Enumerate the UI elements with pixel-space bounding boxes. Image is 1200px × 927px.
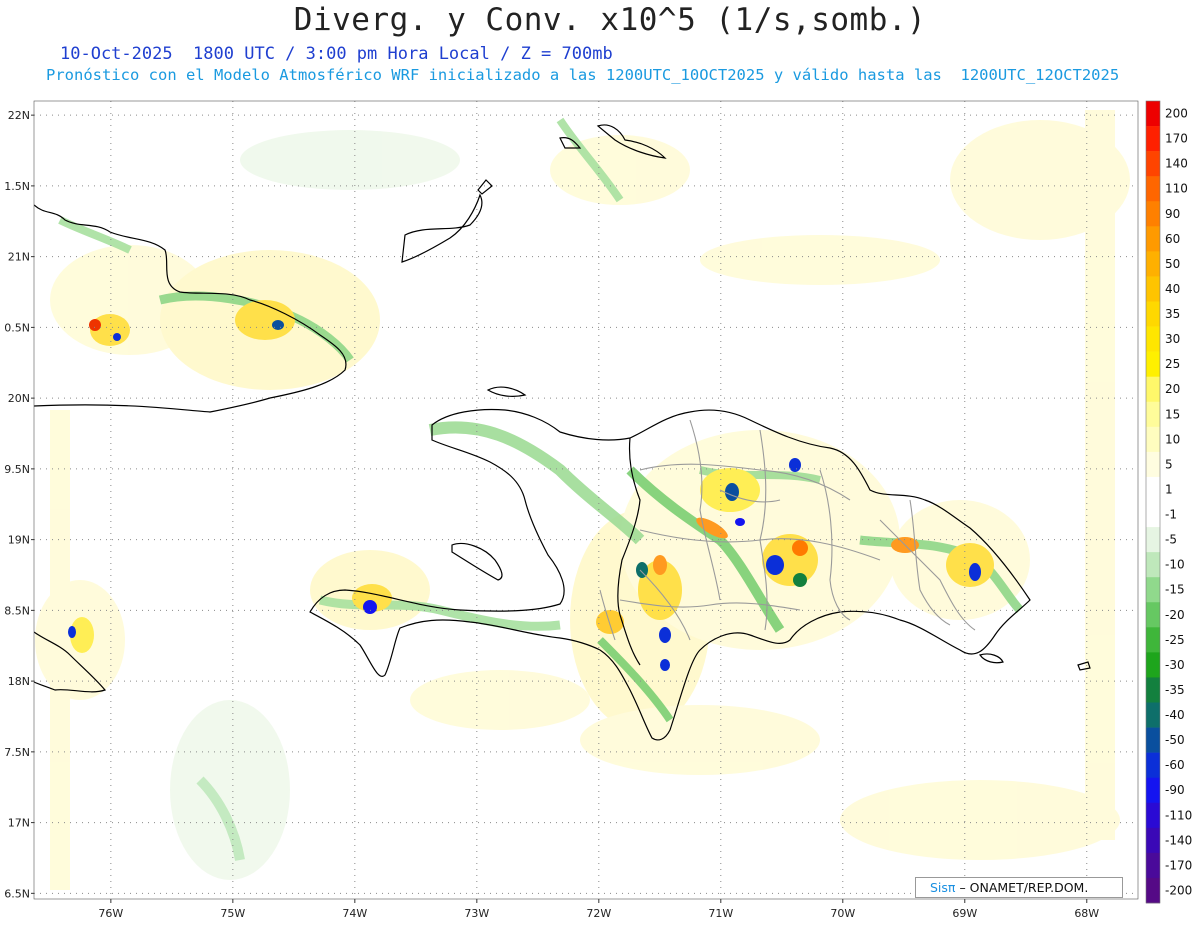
colorbar-label: 200 <box>1165 107 1188 121</box>
colorbar-label: -50 <box>1165 733 1185 747</box>
colorbar-label: 110 <box>1165 182 1188 196</box>
lat-label: 19N <box>8 534 30 547</box>
colorbar-label: -170 <box>1165 858 1192 872</box>
colorbar-label: 15 <box>1165 407 1180 421</box>
colorbar-swatch <box>1146 702 1160 728</box>
colorbar-swatch <box>1146 527 1160 553</box>
colorbar-swatch <box>1146 827 1160 854</box>
colorbar-swatch <box>1146 326 1160 352</box>
colorbar-label: 25 <box>1165 357 1180 371</box>
lat-label: 0.5N <box>4 321 30 334</box>
colorbar-swatch <box>1146 451 1160 478</box>
colorbar-swatch <box>1146 502 1160 528</box>
colorbar-swatch <box>1146 376 1160 403</box>
colorbar-label: -10 <box>1165 558 1185 572</box>
colorbar-label: -90 <box>1165 783 1185 797</box>
colorbar-swatch <box>1146 126 1160 152</box>
longitude-labels: 76W 75W 74W 73W 72W 71W 70W 69W 68W <box>98 899 1099 920</box>
colorbar-swatch <box>1146 627 1160 653</box>
colorbar-swatch <box>1146 251 1160 277</box>
colorbar-swatch <box>1146 476 1160 503</box>
colorbar-label: -5 <box>1165 533 1177 547</box>
lon-label: 74W <box>342 907 367 920</box>
colorbar-label: -35 <box>1165 683 1185 697</box>
colorbar-swatch <box>1146 276 1160 302</box>
colorbar-swatch <box>1146 777 1160 804</box>
colorbar-label: 20 <box>1165 382 1180 396</box>
colorbar-label: 40 <box>1165 282 1180 296</box>
colorbar-label: 90 <box>1165 207 1180 221</box>
colorbar-swatch <box>1146 877 1160 904</box>
colorbar-label: -200 <box>1165 883 1192 897</box>
colorbar-swatch <box>1146 301 1160 327</box>
lat-label: 18N <box>8 675 30 688</box>
colorbar-swatch <box>1146 401 1160 428</box>
lat-label: 21N <box>8 251 30 264</box>
colorbar-label: -1 <box>1165 508 1177 522</box>
lat-label: 17N <box>8 817 30 830</box>
colorbar-swatch <box>1146 802 1160 829</box>
lon-label: 70W <box>830 907 855 920</box>
colorbar-swatch <box>1146 577 1160 603</box>
colorbar-label: 30 <box>1165 332 1180 346</box>
colorbar-label: -60 <box>1165 758 1185 772</box>
colorbar-swatch <box>1146 602 1160 628</box>
lon-label: 75W <box>220 907 245 920</box>
latitude-labels: 22N 1.5N 21N 0.5N 20N 9.5N 19N 8.5N 18N 7.5N 17N 6.… <box>4 109 34 900</box>
colorbar-swatch <box>1146 552 1160 578</box>
colorbar-swatch <box>1146 752 1160 778</box>
colorbar-label: 170 <box>1165 132 1188 146</box>
colorbar-label: -40 <box>1165 708 1185 722</box>
map-figure: 22N 1.5N 21N 0.5N 20N 9.5N 19N 8.5N 18N 7.5N 17N 6.… <box>4 100 1192 920</box>
colorbar-label: 10 <box>1165 432 1180 446</box>
colorbar-swatch <box>1146 652 1160 678</box>
lat-label: 7.5N <box>4 746 30 759</box>
lat-label: 9.5N <box>4 463 30 476</box>
lon-label: 72W <box>586 907 611 920</box>
colorbar-label: 60 <box>1165 232 1180 246</box>
colorbar-swatch <box>1146 426 1160 453</box>
credit-brand: Sisπ <box>930 880 956 895</box>
colorbar-swatch <box>1146 852 1160 879</box>
colorbar-label: -15 <box>1165 583 1185 597</box>
lon-label: 76W <box>98 907 123 920</box>
lat-label: 22N <box>8 109 30 122</box>
credit-text: – ONAMET/REP.DOM. <box>959 880 1089 895</box>
colorbar-swatch <box>1146 727 1160 753</box>
colorbar-label: 50 <box>1165 257 1180 271</box>
colorbar-label: 5 <box>1165 457 1173 471</box>
lon-label: 73W <box>464 907 489 920</box>
lon-label: 68W <box>1074 907 1099 920</box>
colorbar-label: -110 <box>1165 808 1192 822</box>
colorbar-swatch <box>1146 351 1160 377</box>
colorbar-swatch <box>1146 226 1160 252</box>
lon-label: 69W <box>952 907 977 920</box>
lat-label: 20N <box>8 392 30 405</box>
colorbar-swatch <box>1146 677 1160 703</box>
colorbar-label: -30 <box>1165 658 1185 672</box>
colorbar-swatch <box>1146 151 1160 177</box>
colorbar-swatch <box>1146 101 1160 127</box>
colorbar-label: -20 <box>1165 608 1185 622</box>
colorbar-label: -140 <box>1165 833 1192 847</box>
coastlines <box>34 124 1091 741</box>
lat-label: 1.5N <box>4 180 30 193</box>
colorbar-swatch <box>1146 201 1160 227</box>
lat-label: 6.5N <box>4 887 30 900</box>
colorbar-label: 1 <box>1165 482 1173 496</box>
lon-label: 71W <box>708 907 733 920</box>
colorbar-label: 140 <box>1165 157 1188 171</box>
divergence-field <box>35 110 1130 890</box>
colorbar-label: -25 <box>1165 633 1185 647</box>
lat-label: 8.5N <box>4 604 30 617</box>
colorbar: 200 170 140 110 90 60 50 40 35 30 25 20 15 10 5 1 -1 -5 -1… <box>1145 100 1192 904</box>
credit-box: Sisπ – ONAMET/REP.DOM. <box>915 877 1123 898</box>
colorbar-label: 35 <box>1165 307 1180 321</box>
colorbar-swatch <box>1146 176 1160 202</box>
